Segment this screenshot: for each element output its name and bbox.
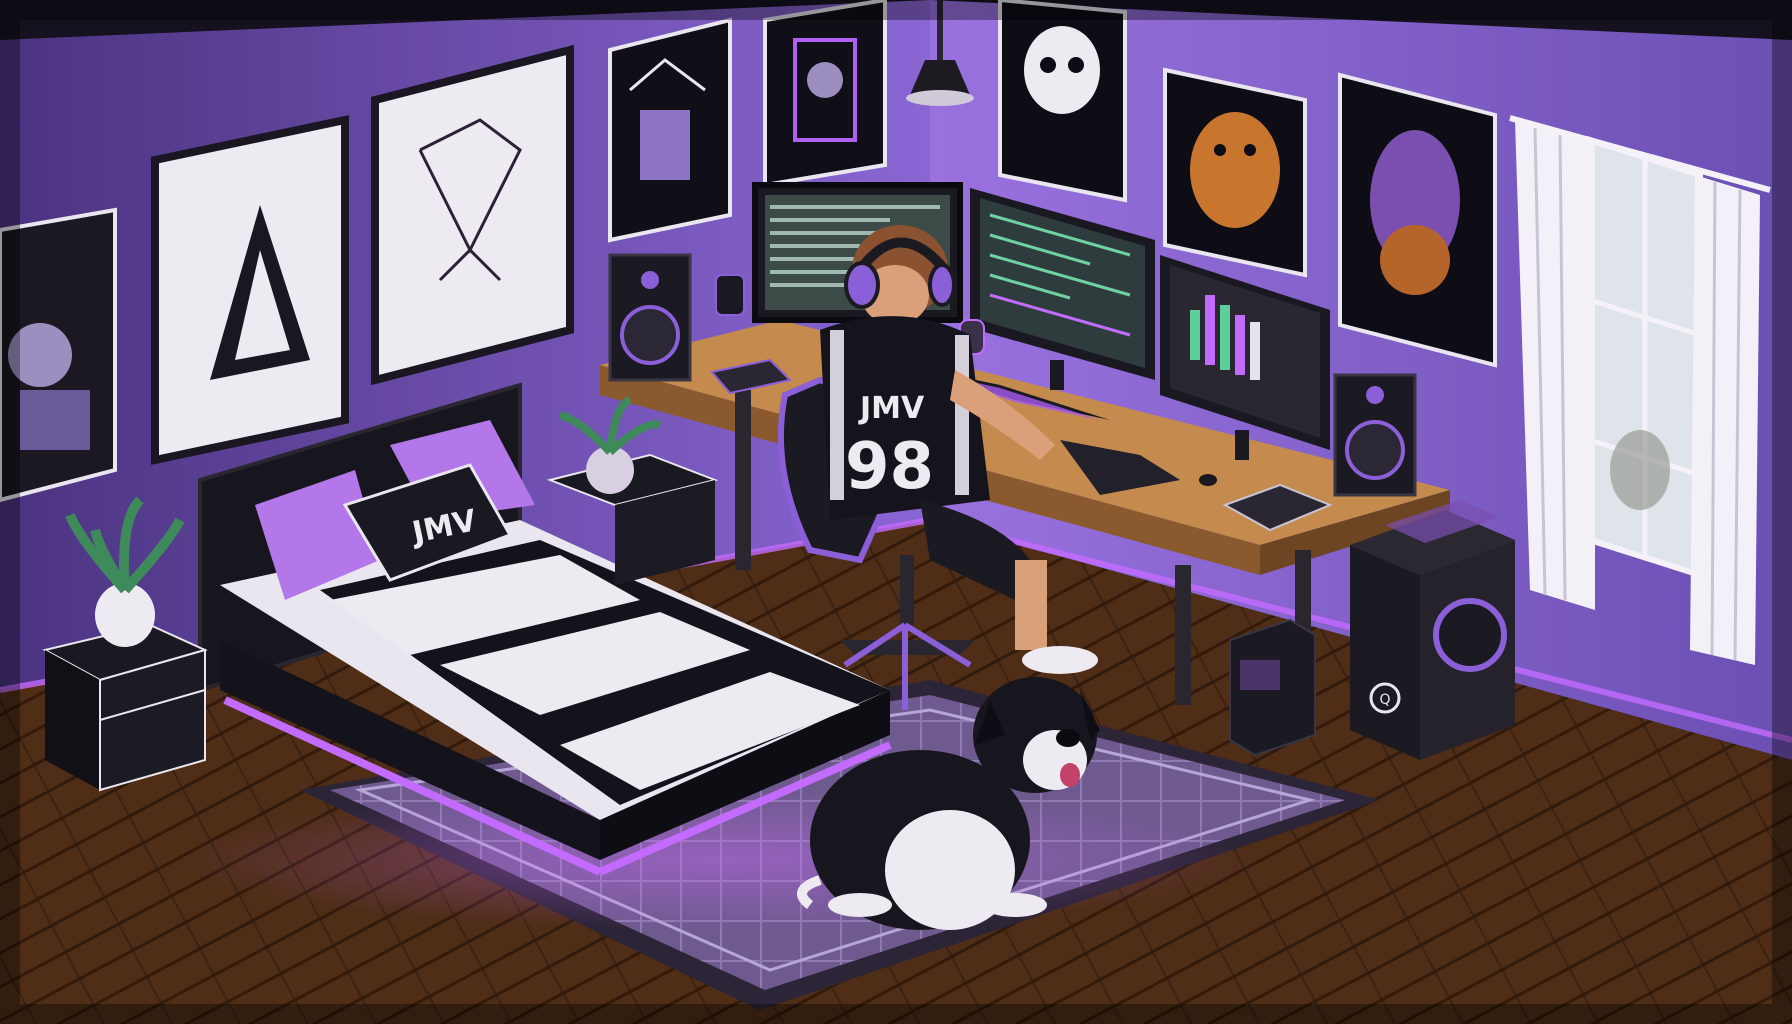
- poster-left-3: [371, 44, 574, 386]
- mouse-icon: [1199, 474, 1217, 486]
- poster-left-4: [608, 17, 732, 243]
- poster-right-2: [1163, 67, 1307, 278]
- poster-left-5: [763, 0, 887, 188]
- pc-case-logo: Q: [1379, 692, 1390, 708]
- poster-right-1: [998, 0, 1127, 203]
- subwoofer-box: [1229, 618, 1316, 757]
- pc-tower-icon: Q: [1350, 500, 1515, 760]
- speaker-left: [608, 253, 692, 382]
- speaker-right: [1333, 373, 1417, 497]
- poster-left-2: [151, 115, 349, 465]
- jersey-name: JMV: [858, 391, 925, 426]
- window: [1587, 135, 1703, 580]
- floor-glow: [180, 790, 1260, 930]
- poster-right-3: [1338, 72, 1497, 368]
- curtain-right: [1690, 175, 1760, 665]
- desk-figure: [715, 274, 745, 316]
- pixel-bedroom-scene: Q JMV 98 JMV: [0, 0, 1792, 1024]
- jersey-number: 98: [845, 430, 934, 504]
- nightstand-left: [42, 623, 208, 792]
